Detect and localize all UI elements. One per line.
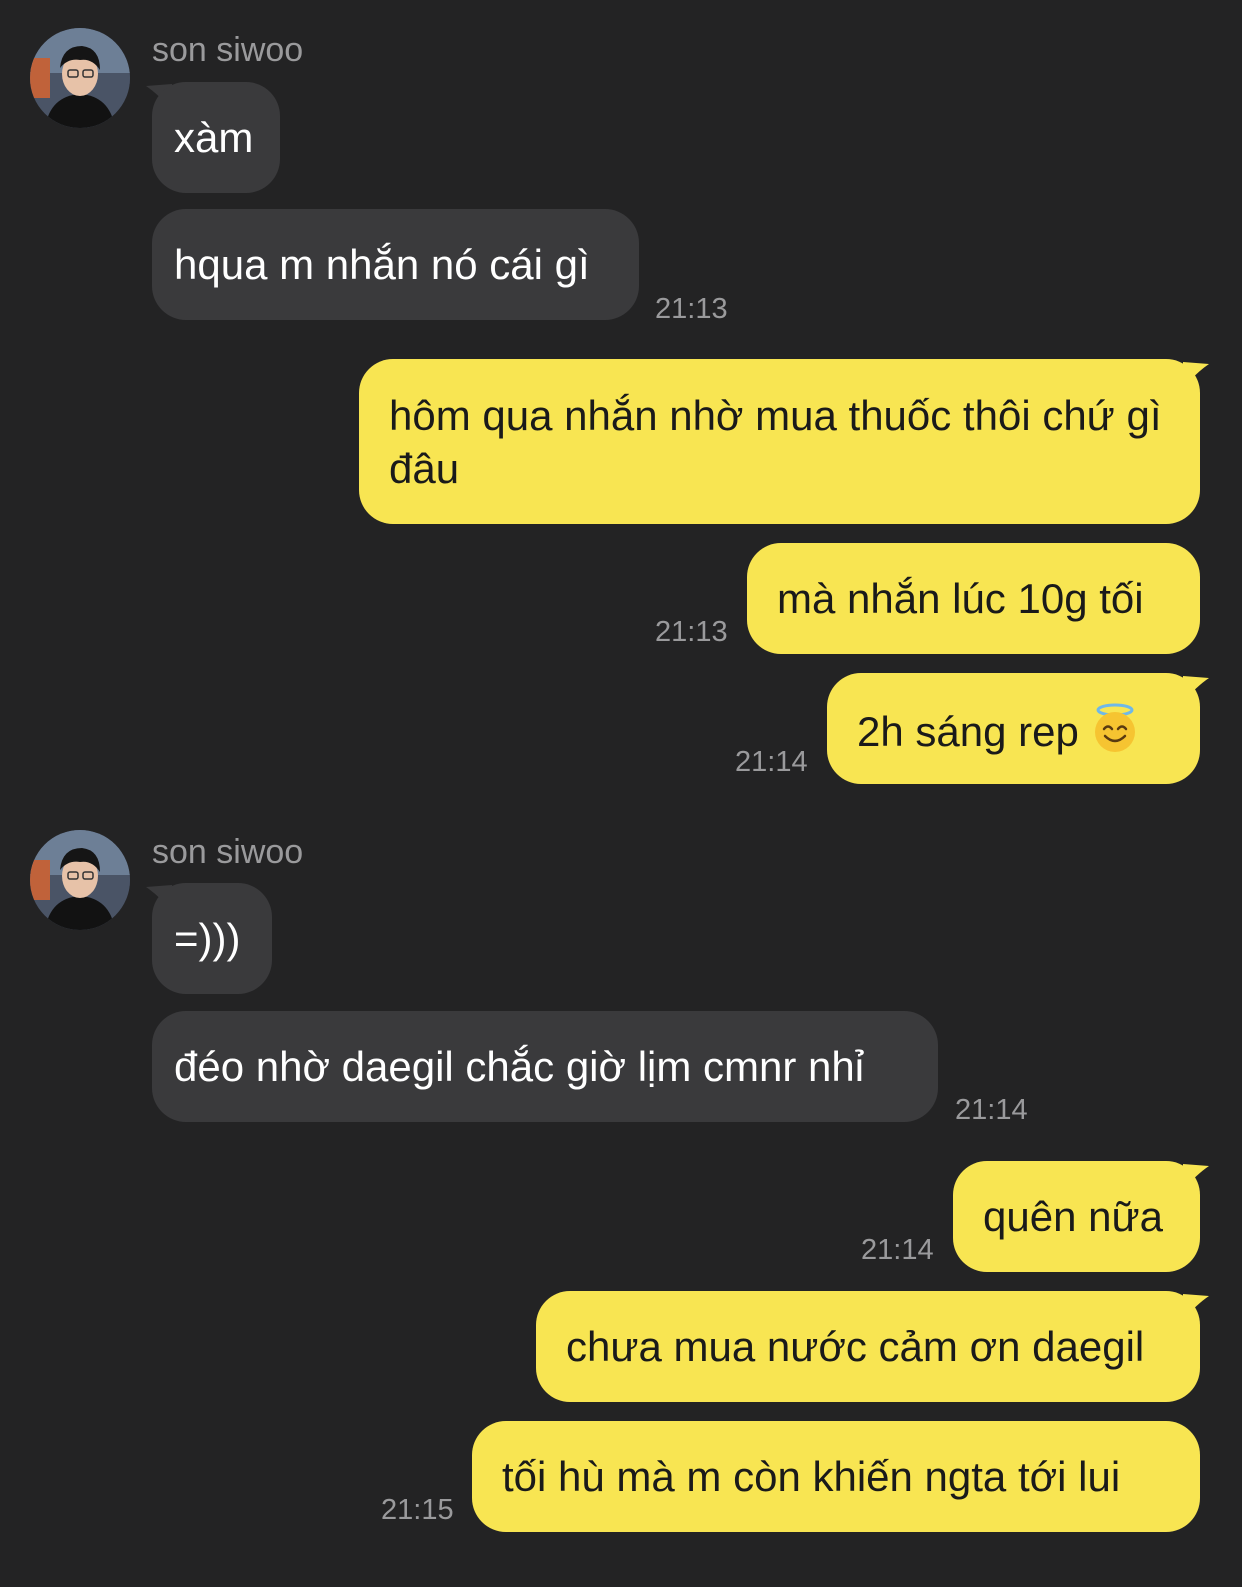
message-text: đéo nhờ daegil chắc giờ lịm cmnr nhỉ [174,1043,865,1090]
message-timestamp: 21:13 [655,616,728,648]
message-timestamp: 21:14 [955,1094,1028,1126]
smiling-face-with-halo-icon [1089,702,1141,766]
message-bubble-outgoing[interactable]: mà nhắn lúc 10g tối [747,543,1200,654]
message-text: =))) [174,915,241,962]
message-bubble-outgoing[interactable]: quên nữa [953,1161,1200,1272]
message-bubble-incoming[interactable]: hqua m nhắn nó cái gì [152,209,639,320]
message-timestamp: 21:15 [381,1494,454,1526]
contact-avatar[interactable] [30,830,130,930]
message-bubble-outgoing[interactable]: tối hù mà m còn khiến ngta tới lui [472,1421,1200,1532]
message-bubble-outgoing[interactable]: chưa mua nước cảm ơn daegil [536,1291,1200,1402]
message-timestamp: 21:13 [655,293,728,325]
message-text: xàm [174,114,254,161]
message-text: quên nữa [983,1193,1163,1240]
message-text: 2h sáng rep [857,708,1079,755]
message-bubble-incoming[interactable]: đéo nhờ daegil chắc giờ lịm cmnr nhỉ [152,1011,938,1122]
message-bubble-incoming[interactable]: xàm [152,82,280,193]
message-text: hqua m nhắn nó cái gì [174,241,590,288]
user-avatar-photo-icon [30,28,130,128]
sender-name: son siwoo [152,31,304,69]
message-timestamp: 21:14 [735,746,808,778]
message-bubble-outgoing[interactable]: hôm qua nhắn nhờ mua thuốc thôi chứ gì đ… [359,359,1200,524]
message-text: tối hù mà m còn khiến ngta tới lui [502,1453,1121,1500]
sender-name: son siwoo [152,833,304,871]
message-text: hôm qua nhắn nhờ mua thuốc thôi chứ gì đ… [389,392,1162,492]
message-text: mà nhắn lúc 10g tối [777,575,1144,622]
contact-avatar[interactable] [30,28,130,128]
user-avatar-photo-icon [30,830,130,930]
message-bubble-outgoing[interactable]: 2h sáng rep [827,673,1200,784]
message-timestamp: 21:14 [861,1234,934,1266]
message-text: chưa mua nước cảm ơn daegil [566,1323,1145,1370]
message-bubble-incoming[interactable]: =))) [152,883,272,994]
